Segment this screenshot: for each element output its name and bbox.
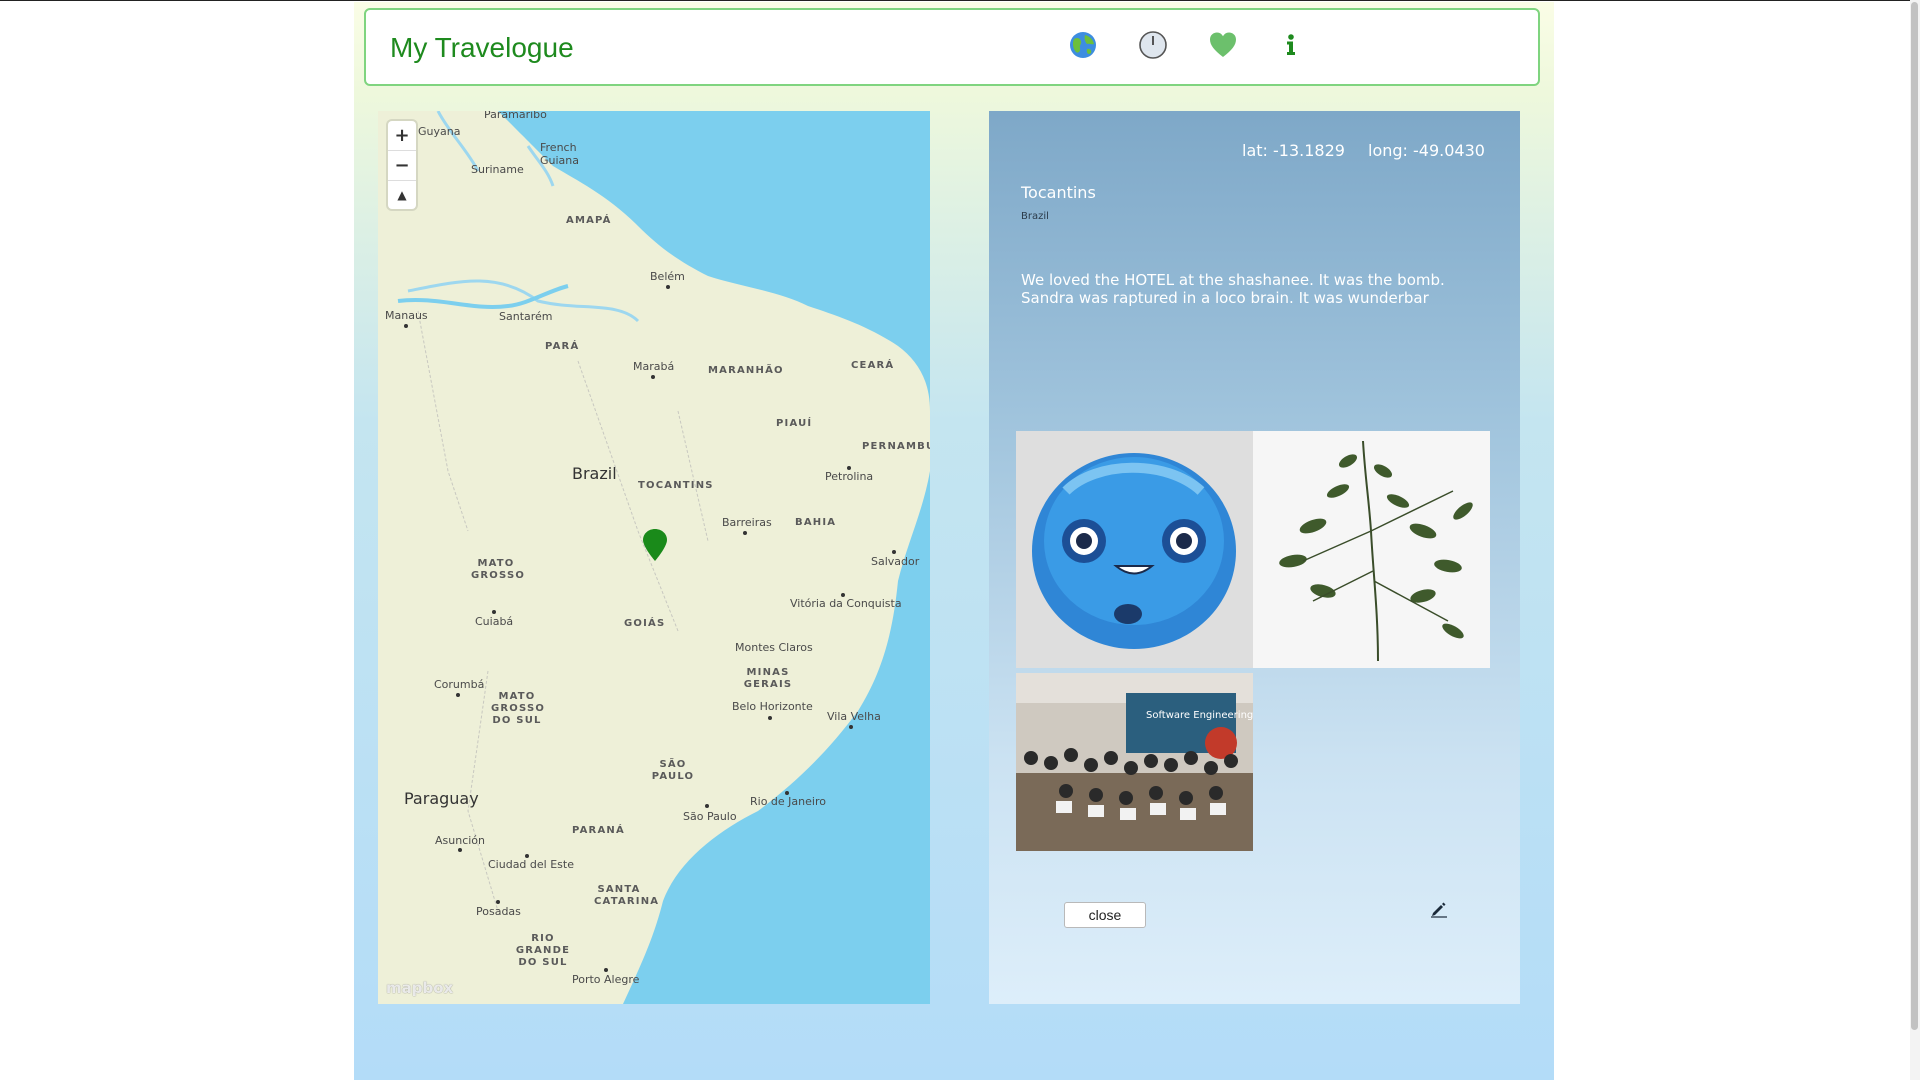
map-label-mato-grosso-do-sul: MATO GROSSO DO SUL [491,691,546,726]
map-label-minas-gerais: MINAS GERAIS [743,667,793,690]
map-label-belem: Belém [650,270,685,283]
zoom-controls: + − ▲ [388,121,416,209]
city-dot [651,375,655,379]
location-marker[interactable] [642,528,668,562]
scrollbar-thumb[interactable] [1911,2,1918,1030]
place-country: Brazil [1021,211,1049,222]
map-label-rio-de-janeiro: Rio de Janeiro [750,795,826,808]
zoom-in-button[interactable]: + [388,121,416,151]
map-label-mato-grosso: MATO GROSSO [471,558,526,581]
map-label-amapa: AMAPÁ [566,215,612,226]
heart-icon[interactable] [1208,30,1238,60]
blue-plush-photo[interactable] [1016,431,1253,668]
group-photo-caption: Software Engineering [1146,710,1253,721]
location-detail-panel: lat: -13.1829 long: -49.0430 Tocantins B… [989,111,1520,1004]
city-dot [456,693,460,697]
map-label-posadas: Posadas [476,905,521,918]
pencil-edit-icon[interactable] [1429,899,1449,919]
map-label-rio-grande-do-sul: RIO GRANDE DO SUL [515,933,571,968]
city-dot [496,900,500,904]
city-dot [404,324,408,328]
city-dot [458,848,462,852]
place-name: Tocantins [1021,183,1096,202]
longitude-text: long: -49.0430 [1368,141,1485,160]
city-dot [604,968,608,972]
map-label-pernambuco: PERNAMBUC [862,441,930,452]
map-label-maranhao: MARANHÃO [708,365,784,376]
city-dot [705,804,709,808]
close-button[interactable]: close [1064,902,1146,928]
map-label-montes-claros: Montes Claros [735,641,813,654]
map-label-guyana: Guyana [418,125,461,138]
map-label-paraguay: Paraguay [404,789,479,808]
map-label-cuiaba: Cuiabá [475,615,514,628]
map-label-belo-horizonte: Belo Horizonte [732,700,813,713]
app-header: My Travelogue [364,8,1540,86]
map-label-corumba: Corumbá [434,678,485,691]
city-dot [892,550,896,554]
clock-icon[interactable] [1138,30,1168,60]
map-label-bahia: BAHIA [795,517,837,528]
map-label-vila-velha: Vila Velha [827,710,881,723]
entry-description: We loved the HOTEL at the shashanee. It … [1021,271,1445,307]
map-label-manaus: Manaus [385,309,428,322]
map-label-petrolina: Petrolina [825,470,874,483]
latitude-text: lat: -13.1829 [1242,141,1345,160]
map-label-french-guiana: French Guiana [540,141,580,167]
map-label-paramaribo: Paramaribo [484,111,547,121]
map-label-brazil: Brazil [572,464,617,483]
map-label-parana: PARANÁ [572,825,625,836]
map-label-maraba: Marabá [633,360,675,373]
window-top-border [0,0,1920,1]
map-label-ceara: CEARÁ [851,360,895,371]
city-dot [785,791,789,795]
city-dot [492,610,496,614]
map-label-goias: GOIÁS [624,618,666,629]
city-dot [849,725,853,729]
map-label-barreiras: Barreiras [722,516,772,529]
map-label-sao-paulo-state: SÃO PAULO [651,759,695,782]
map-label-ciudad-del-este: Ciudad del Este [488,858,574,871]
map-label-suriname: Suriname [471,163,524,176]
fern-leaf-photo[interactable] [1253,431,1490,668]
city-dot [768,716,772,720]
globe-icon[interactable] [1068,30,1098,60]
map-label-vitoria-da-conquista: Vitória da Conquista [790,597,902,610]
city-dot [841,593,845,597]
zoom-out-button[interactable]: − [388,151,416,181]
city-dot [525,854,529,858]
page-scrollbar[interactable] [1910,0,1920,1080]
map-label-santarem: Santarém [499,310,553,323]
map-label-sao-paulo: São Paulo [683,810,737,823]
app-title: My Travelogue [390,32,574,63]
city-dot [666,285,670,289]
map-panel[interactable]: + − ▲ Guyana Paramaribo Suriname French … [378,111,930,1004]
map-label-santa-catarina: SANTA CATARINA [594,884,660,907]
group-photo[interactable]: Software Engineering [1016,673,1253,851]
city-dot [743,531,747,535]
map-label-porto-alegre: Porto Alegre [572,973,640,986]
info-icon[interactable] [1276,30,1306,60]
map-label-piaui: PIAUÍ [776,418,813,429]
map-label-asuncion: Asunción [435,834,486,847]
app-page: My Travelogue + − ▲ Guyana Paramaribo Su… [354,2,1554,1080]
mapbox-logo[interactable]: mapbox [386,979,453,997]
map-label-para: PARÁ [545,341,580,352]
map-label-salvador: Salvador [871,555,920,568]
compass-button[interactable]: ▲ [388,181,416,210]
city-dot [847,466,851,470]
map-label-tocantins: TOCANTINS [638,480,714,491]
